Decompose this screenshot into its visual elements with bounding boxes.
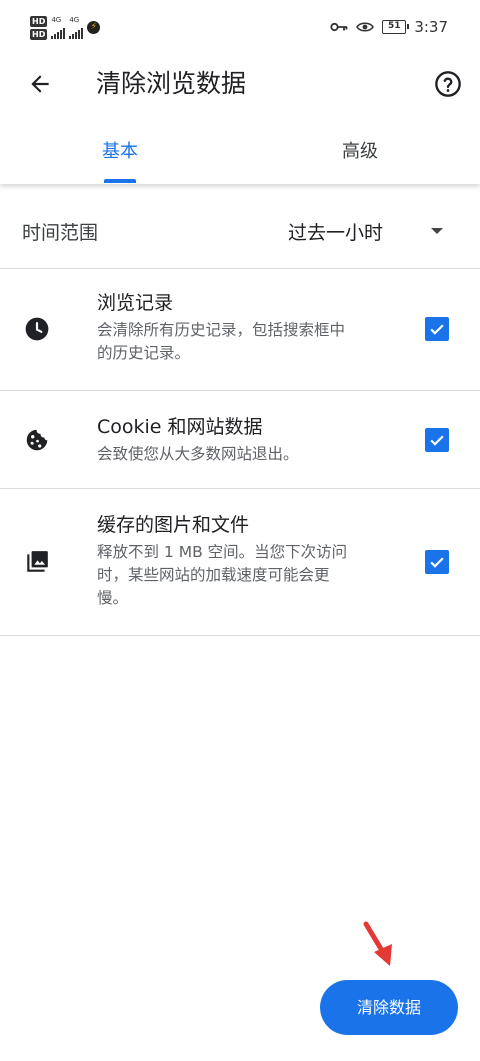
checkmark-icon (430, 435, 444, 446)
network-type: 4G (51, 16, 62, 24)
cached-images-row[interactable]: 缓存的图片和文件 释放不到 1 MB 空间。当您下次访问 时，某些网站的加载速度… (0, 489, 480, 635)
hd-badge: HD (30, 16, 48, 27)
cookies-checkbox[interactable] (425, 428, 449, 452)
tab-advanced[interactable]: 高级 (240, 122, 480, 184)
back-button[interactable] (22, 66, 58, 102)
item-description: 会清除所有历史记录，包括搜索框中 的历史记录。 (97, 319, 403, 365)
time-range-dropdown[interactable]: 过去一小时 (288, 212, 458, 250)
item-description: 会致使您从大多数网站退出。 (97, 443, 403, 466)
checkmark-icon (430, 324, 444, 335)
arrow-left-icon (31, 75, 49, 93)
annotation-arrow-icon (363, 921, 392, 966)
item-title: 浏览记录 (97, 292, 174, 314)
status-time: 3:37 (414, 18, 448, 36)
item-description: 释放不到 1 MB 空间。当您下次访问 时，某些网站的加载速度可能会更 慢。 (97, 541, 403, 610)
image-icon (27, 551, 48, 572)
clear-data-button[interactable]: 清除数据 (320, 980, 458, 1035)
signal-indicator-1: 4G (51, 16, 66, 39)
time-range-label: 时间范围 (22, 222, 99, 244)
divider (0, 635, 480, 636)
tab-basic[interactable]: 基本 (0, 122, 240, 184)
time-range-value: 过去一小时 (288, 222, 384, 244)
item-title: 缓存的图片和文件 (97, 514, 250, 536)
description-line: 的历史记录。 (97, 344, 191, 362)
signal-indicator-2: 4G (69, 16, 84, 39)
hd-badge: HD (30, 29, 48, 40)
cookie-icon (26, 429, 48, 451)
description-line: 会清除所有历史记录，包括搜索框中 (97, 321, 346, 339)
key-icon (330, 22, 348, 32)
description-line: 时，某些网站的加载速度可能会更 (97, 566, 330, 584)
page-title: 清除浏览数据 (96, 69, 247, 98)
battery-icon: 51 (382, 20, 410, 34)
browsing-history-row[interactable]: 浏览记录 会清除所有历史记录，包括搜索框中 的历史记录。 (0, 269, 480, 390)
item-title: Cookie 和网站数据 (97, 416, 263, 438)
status-bar: HD HD 4G 4G ⚡ 51 3:37 (0, 0, 480, 56)
eye-icon (356, 22, 375, 32)
help-button[interactable] (432, 68, 464, 100)
hd-indicators: HD HD (30, 16, 48, 40)
help-circle-icon (435, 71, 461, 97)
time-range-row: 时间范围 过去一小时 (0, 200, 480, 262)
status-right: 51 3:37 (330, 18, 448, 36)
browsing-history-checkbox[interactable] (425, 317, 449, 341)
description-line: 慢。 (97, 589, 129, 607)
status-left: HD HD 4G 4G ⚡ (30, 16, 101, 40)
power-saving-icon: ⚡ (87, 21, 101, 34)
description-line: 会致使您从大多数网站退出。 (97, 445, 299, 463)
clock-icon (25, 317, 49, 341)
cookies-row[interactable]: Cookie 和网站数据 会致使您从大多数网站退出。 (0, 391, 480, 488)
signal-bars-icon (51, 27, 66, 39)
dropdown-arrow-icon (431, 228, 443, 234)
signal-bars-icon (69, 27, 84, 39)
checkmark-icon (430, 557, 444, 568)
description-line: 释放不到 1 MB 空间。当您下次访问 (97, 543, 348, 561)
tab-selected-indicator (104, 179, 136, 183)
tab-bar: 基本 高级 (0, 122, 480, 184)
app-bar: 清除浏览数据 (0, 56, 480, 112)
cached-images-checkbox[interactable] (425, 550, 449, 574)
network-type: 4G (69, 16, 80, 24)
